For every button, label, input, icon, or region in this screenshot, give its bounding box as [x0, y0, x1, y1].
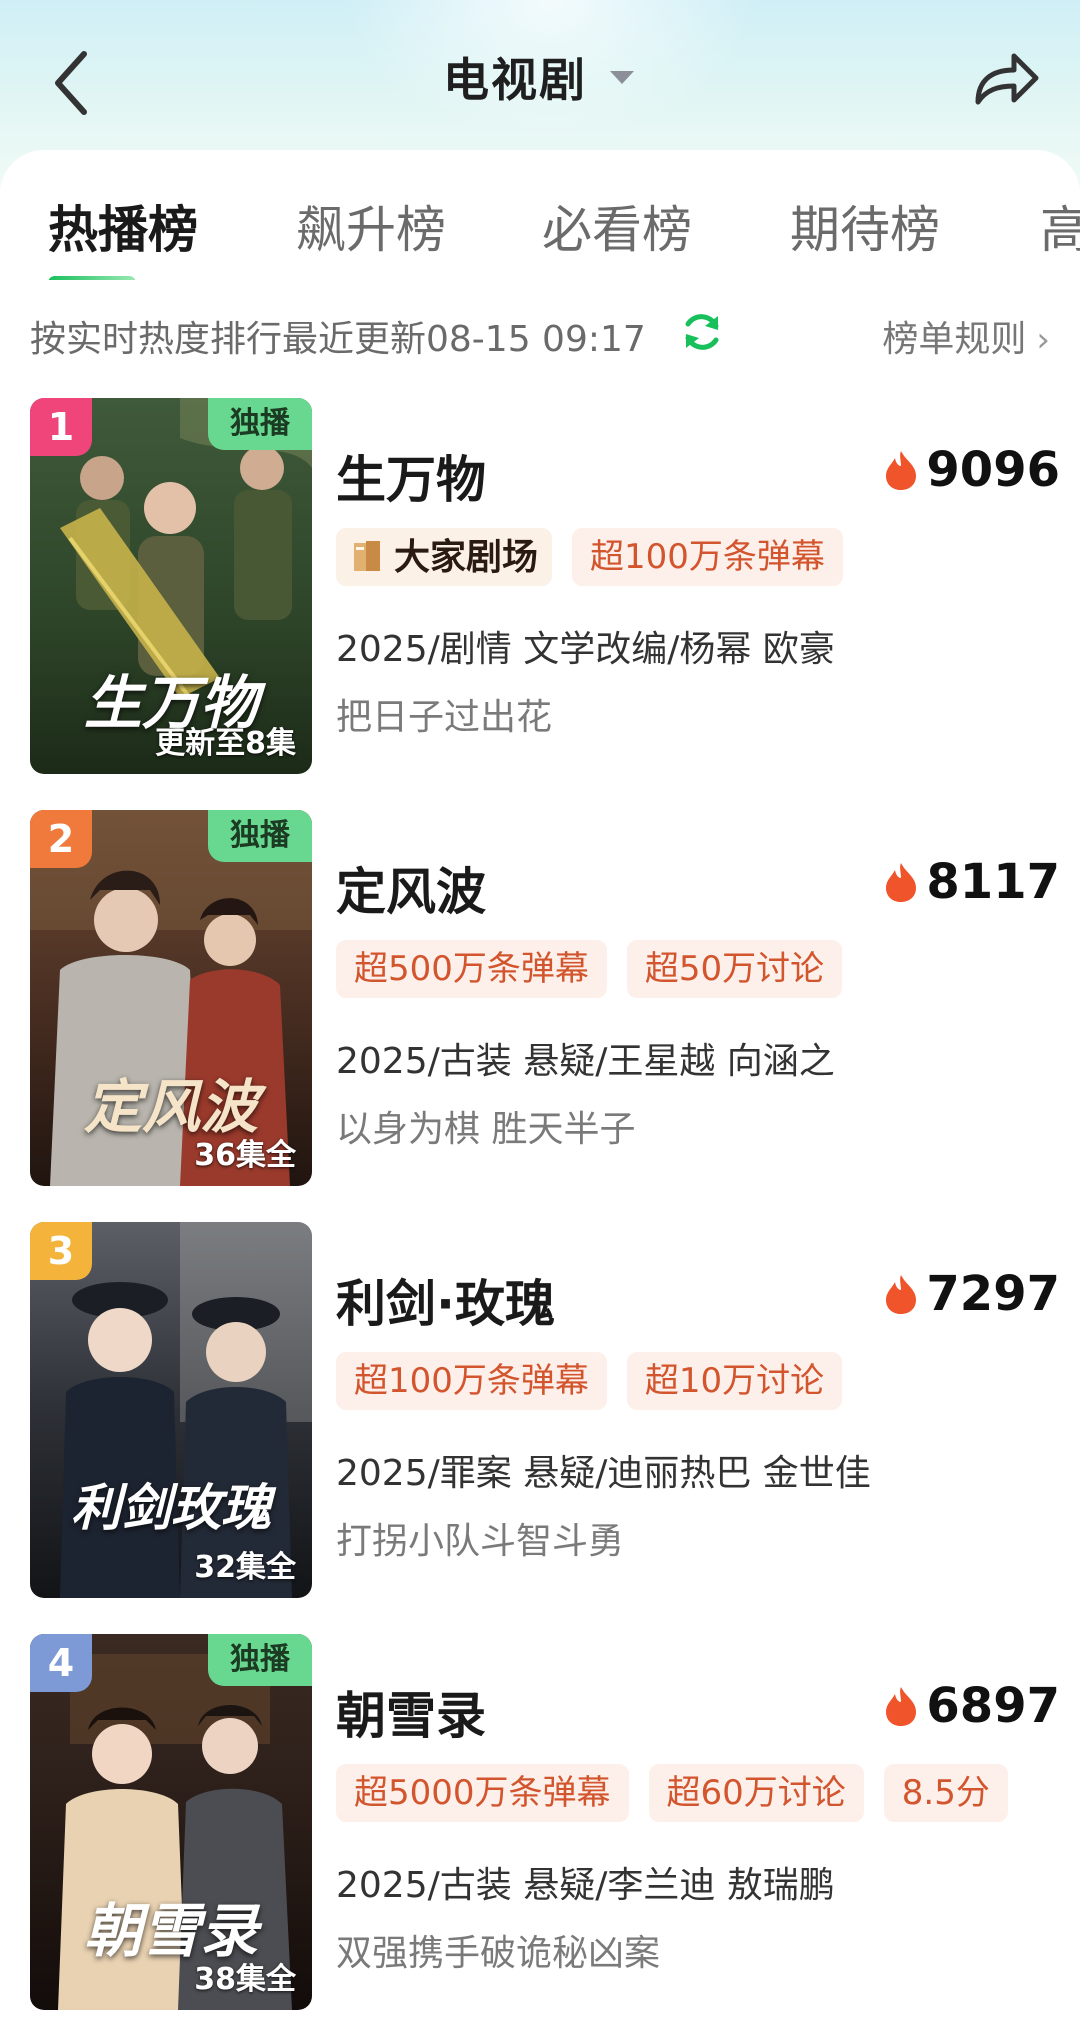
show-title[interactable]: 定风波 [336, 852, 486, 924]
share-arrow-icon [975, 53, 1039, 105]
tag-list: 大家剧场 超100万条弹幕 [336, 528, 843, 586]
theater-tag-label: 大家剧场 [394, 536, 539, 578]
caret-down-icon [607, 67, 637, 87]
heat-score: 6897 [884, 1678, 1060, 1734]
list-item[interactable]: 4 独播 朝雪录 38集全 朝雪录 6897 超5000万条弹幕 超60万讨论 … [30, 1634, 1060, 2012]
share-button[interactable] [964, 42, 1044, 122]
poster-image[interactable]: 1 独播 生万物 更新至8集 [30, 398, 312, 774]
list-item[interactable]: 1 独播 生万物 更新至8集 生万物 9096 大家剧场 超100万条弹幕 20… [30, 398, 1060, 776]
chevron-right-icon: › [1036, 320, 1050, 360]
heat-score: 9096 [884, 442, 1060, 498]
ranking-tabs: 热播榜 飙升榜 必看榜 期待榜 高 [0, 190, 1080, 280]
tag-danmaku: 超500万条弹幕 [336, 940, 607, 998]
update-time-text: 按实时热度排行最近更新08-15 09:17 [30, 319, 646, 360]
show-title[interactable]: 利剑·玫瑰 [336, 1264, 555, 1336]
top-bar: 电视剧 [0, 0, 1080, 160]
flame-icon [886, 451, 917, 490]
list-item[interactable]: 2 独播 定风波 36集全 定风波 8117 超500万条弹幕 超50万讨论 2… [30, 810, 1060, 1188]
flame-icon [886, 863, 917, 902]
tag-list: 超5000万条弹幕 超60万讨论 8.5分 [336, 1764, 1008, 1822]
show-meta: 2025/古装 悬疑/王星越 向涵之 [336, 1041, 835, 1082]
tag-discussion: 超50万讨论 [626, 940, 843, 998]
flame-icon [886, 1275, 917, 1314]
poster-image[interactable]: 3 利剑玫瑰 32集全 [30, 1222, 312, 1598]
show-meta: 2025/罪案 悬疑/迪丽热巴 金世佳 [336, 1453, 871, 1494]
show-title[interactable]: 生万物 [336, 440, 486, 512]
title-area: 电视剧 [0, 44, 1080, 124]
heat-score: 7297 [884, 1266, 1060, 1322]
tab-more[interactable]: 高 [1040, 190, 1080, 280]
rank-badge: 4 [30, 1634, 92, 1692]
update-info-row: 按实时热度排行最近更新08-15 09:17 榜单规则 › [30, 300, 1050, 370]
list-item[interactable]: 3 利剑玫瑰 32集全 利剑·玫瑰 7297 超100万条弹幕 超10万讨论 2… [30, 1222, 1060, 1600]
tag-discussion: 超10万讨论 [626, 1352, 843, 1410]
episode-count: 更新至8集 [155, 726, 296, 761]
tab-hot[interactable]: 热播榜 [48, 190, 198, 280]
poster-image[interactable]: 4 独播 朝雪录 38集全 [30, 1634, 312, 2010]
tag-list: 超500万条弹幕 超50万讨论 [336, 940, 843, 998]
exclusive-badge: 独播 [208, 1634, 312, 1686]
show-slogan: 打拐小队斗智斗勇 [336, 1521, 625, 1562]
show-slogan: 把日子过出花 [336, 697, 553, 738]
active-tab-indicator [48, 276, 136, 280]
theater-tag[interactable]: 大家剧场 [336, 528, 553, 586]
book-icon [350, 537, 384, 577]
episode-count: 32集全 [194, 1550, 296, 1585]
episode-count: 38集全 [194, 1962, 296, 1997]
poster-title-art: 利剑玫瑰 [71, 1478, 271, 1537]
ranking-panel: 热播榜 飙升榜 必看榜 期待榜 高 按实时热度排行最近更新08-15 09:17… [0, 150, 1080, 2034]
rules-label: 榜单规则 [882, 319, 1027, 360]
rank-badge: 1 [30, 398, 92, 456]
tab-rising[interactable]: 飙升榜 [296, 190, 446, 280]
tag-danmaku: 超5000万条弹幕 [336, 1764, 629, 1822]
tag-rating: 8.5分 [883, 1764, 1008, 1822]
heat-value: 8117 [926, 854, 1060, 910]
tag-list: 超100万条弹幕 超10万讨论 [336, 1352, 843, 1410]
tab-must-watch[interactable]: 必看榜 [542, 190, 692, 280]
page-title: 电视剧 [443, 53, 587, 107]
show-meta: 2025/古装 悬疑/李兰迪 敖瑞鹏 [336, 1865, 835, 1906]
rules-link[interactable]: 榜单规则 › [882, 310, 1050, 362]
flame-icon [886, 1687, 917, 1726]
heat-value: 9096 [926, 442, 1060, 498]
episode-count: 36集全 [194, 1138, 296, 1173]
refresh-icon[interactable] [678, 308, 726, 356]
show-title[interactable]: 朝雪录 [336, 1676, 486, 1748]
poster-image[interactable]: 2 独播 定风波 36集全 [30, 810, 312, 1186]
rank-badge: 3 [30, 1222, 92, 1280]
heat-score: 8117 [884, 854, 1060, 910]
category-dropdown[interactable]: 电视剧 [443, 44, 637, 110]
heat-value: 7297 [926, 1266, 1060, 1322]
tab-anticipated[interactable]: 期待榜 [790, 190, 940, 280]
show-meta: 2025/剧情 文学改编/杨幂 欧豪 [336, 629, 835, 670]
tag-danmaku: 超100万条弹幕 [572, 528, 843, 586]
heat-value: 6897 [926, 1678, 1060, 1734]
exclusive-badge: 独播 [208, 398, 312, 450]
tag-danmaku: 超100万条弹幕 [336, 1352, 607, 1410]
tag-discussion: 超60万讨论 [648, 1764, 864, 1822]
exclusive-badge: 独播 [208, 810, 312, 862]
show-slogan: 双强携手破诡秘凶案 [336, 1933, 661, 1974]
rank-badge: 2 [30, 810, 92, 868]
show-slogan: 以身为棋 胜天半子 [336, 1109, 636, 1150]
